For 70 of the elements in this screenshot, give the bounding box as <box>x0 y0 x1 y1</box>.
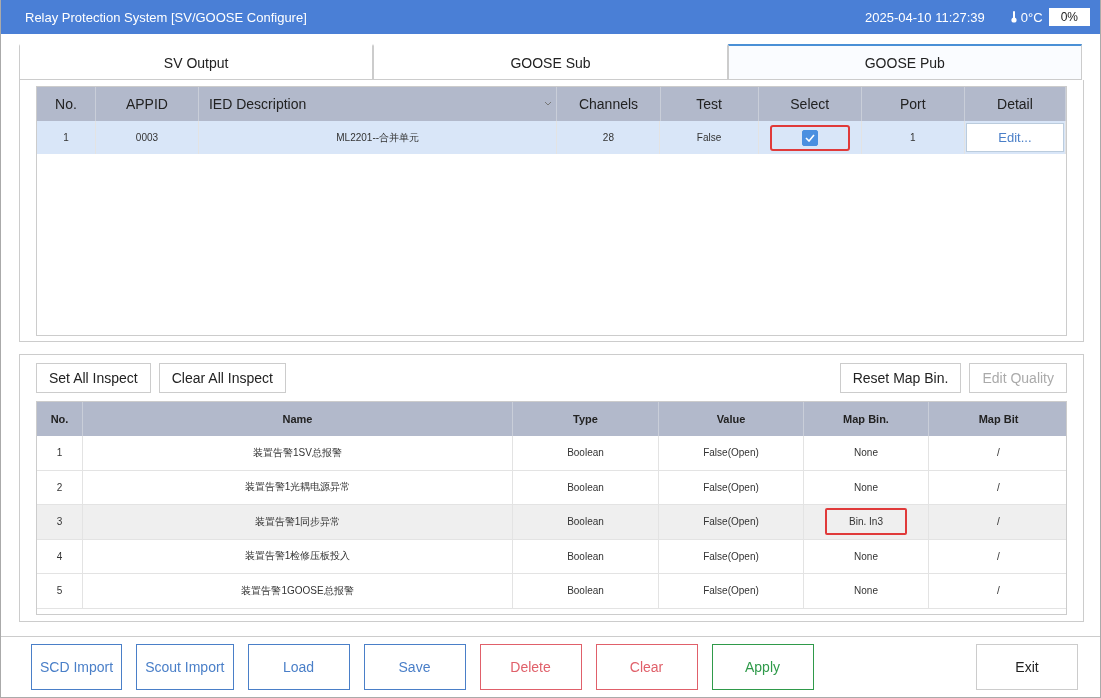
table-cell: False(Open) <box>659 436 804 470</box>
table-cell: 1 <box>861 121 965 154</box>
column-header: Map Bin. <box>804 402 929 436</box>
table-cell: 装置告警1同步异常 <box>83 505 513 539</box>
table-cell: 4 <box>37 539 83 573</box>
table-row[interactable]: 1 0003 ML2201--合并单元 28 False 1 Edit... <box>37 121 1066 154</box>
table-cell-text: None <box>853 584 879 599</box>
action-button[interactable]: Clear <box>595 644 698 690</box>
table-cell: False(Open) <box>659 505 804 539</box>
table-cell-text: None <box>853 446 879 461</box>
action-button[interactable]: SCD Import <box>31 644 123 690</box>
table-cell: / <box>929 470 1066 504</box>
table-cell-text: None <box>853 549 879 564</box>
tab[interactable]: SV Output <box>19 44 374 80</box>
table-cell: 0003 <box>95 121 199 154</box>
table-row[interactable]: 3 装置告警1同步异常 Boolean False(Open) Bin. In3 / <box>37 505 1066 540</box>
action-button[interactable]: Apply <box>711 644 814 690</box>
action-button[interactable]: Delete <box>479 644 582 690</box>
table-cell: False <box>660 121 759 154</box>
table-cell: 装置告警1GOOSE总报警 <box>83 574 513 608</box>
table-cell: 装置告警1SV总报警 <box>83 436 513 470</box>
exit-button[interactable]: Exit <box>976 644 1078 690</box>
table-cell: 5 <box>37 574 83 608</box>
table-cell: 装置告警1检修压板投入 <box>83 539 513 573</box>
dropdown-icon[interactable] <box>544 101 553 107</box>
action-button[interactable]: Scout Import <box>136 644 234 690</box>
table-cell: 3 <box>37 505 83 539</box>
date-time: 2025-04-10 11:27:39 <box>865 9 985 25</box>
table-cell: 2 <box>37 470 83 504</box>
table-cell: Boolean <box>513 574 659 608</box>
table-cell-text: None <box>853 480 879 495</box>
toolbar-button[interactable]: Reset Map Bin. <box>839 363 962 393</box>
percent-box: 0% <box>1048 8 1090 26</box>
table-row[interactable]: 5 装置告警1GOOSE总报警 Boolean False(Open) None / <box>37 574 1066 609</box>
table-cell: Boolean <box>513 539 659 573</box>
table-cell: Boolean <box>513 436 659 470</box>
table-cell: ML2201--合并单元 <box>199 121 558 154</box>
table-cell: False(Open) <box>659 470 804 504</box>
table-cell: Bin. In3 <box>825 508 907 536</box>
column-header: No. <box>37 402 83 436</box>
table-cell: Boolean <box>513 505 659 539</box>
window-title: Relay Protection System [SV/GOOSE Configure] <box>25 9 308 25</box>
table-row[interactable]: 4 装置告警1检修压板投入 Boolean False(Open) None / <box>37 539 1066 574</box>
tab[interactable]: GOOSE Pub <box>727 44 1082 80</box>
check-icon <box>804 133 815 142</box>
table-cell: / <box>929 505 1066 539</box>
temperature: 0°C <box>1020 9 1043 25</box>
toolbar-button[interactable]: Clear All Inspect <box>158 363 286 393</box>
toolbar-button[interactable]: Set All Inspect <box>36 363 151 393</box>
table-cell: 装置告警1光耦电源异常 <box>83 470 513 504</box>
column-header: Type <box>513 402 659 436</box>
table-cell: Boolean <box>513 470 659 504</box>
edit-button[interactable]: Edit... <box>965 123 1064 152</box>
table-cell: 1 <box>37 121 96 154</box>
table-cell: False(Open) <box>659 574 804 608</box>
column-header: Name <box>83 402 513 436</box>
table-cell: / <box>929 574 1066 608</box>
thermometer-icon <box>1010 11 1017 23</box>
action-button[interactable]: Load <box>247 644 350 690</box>
table-cell: / <box>929 436 1066 470</box>
action-button[interactable]: Save <box>363 644 466 690</box>
table-cell: 28 <box>557 121 661 154</box>
column-header: Value <box>659 402 804 436</box>
table-row[interactable]: 1 装置告警1SV总报警 Boolean False(Open) None / <box>37 436 1066 471</box>
table-cell: 1 <box>37 436 83 470</box>
tab[interactable]: GOOSE Sub <box>373 44 728 80</box>
column-header: Map Bit <box>929 402 1066 436</box>
table-cell: / <box>929 539 1066 573</box>
checkbox[interactable] <box>801 129 818 146</box>
table-cell: False(Open) <box>659 539 804 573</box>
